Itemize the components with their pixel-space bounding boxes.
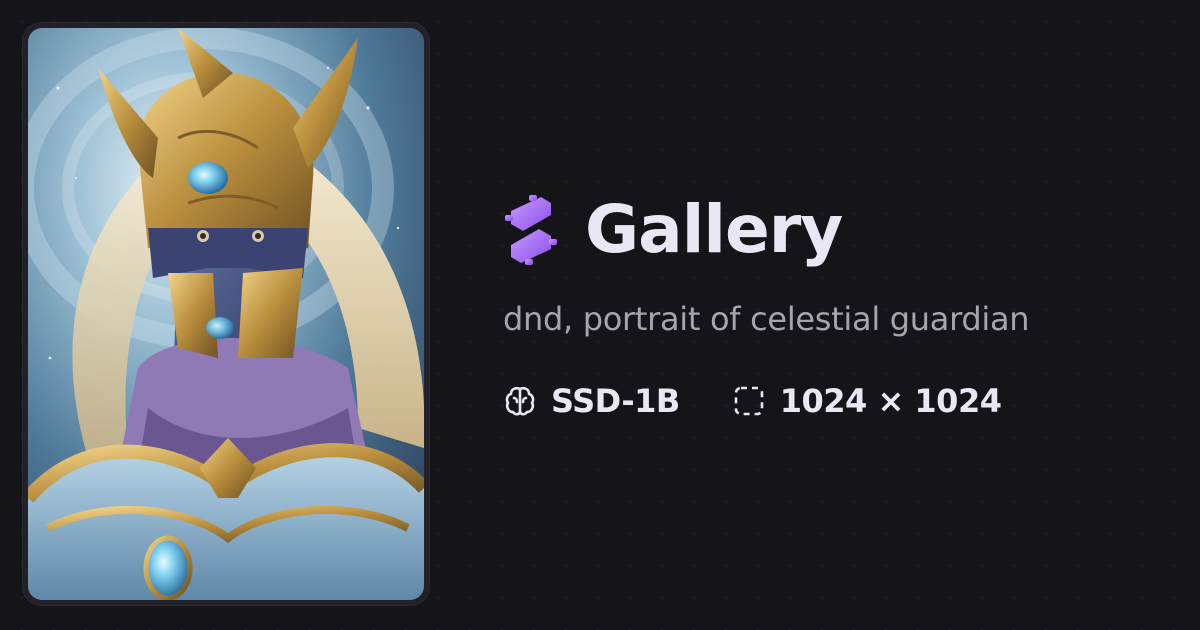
info-panel: Gallery dnd, portrait of celestial guard… [503,188,1163,420]
model-info: SSD-1B [503,382,680,420]
title-row: Gallery [503,188,1163,272]
size-info: 1024 × 1024 [732,382,1002,420]
prompt-text: dnd, portrait of celestial guardian [503,300,1030,338]
image-size: 1024 × 1024 [779,382,1002,420]
model-name: SSD-1B [551,382,680,420]
image-card [23,23,429,605]
brain-icon [505,386,535,416]
gallery-logo-icon [505,195,557,265]
dashed-frame-icon [734,386,764,416]
portrait-image[interactable] [28,28,424,600]
meta-row: SSD-1B 1024 × 1024 [503,382,1163,420]
page-title: Gallery [585,191,843,268]
